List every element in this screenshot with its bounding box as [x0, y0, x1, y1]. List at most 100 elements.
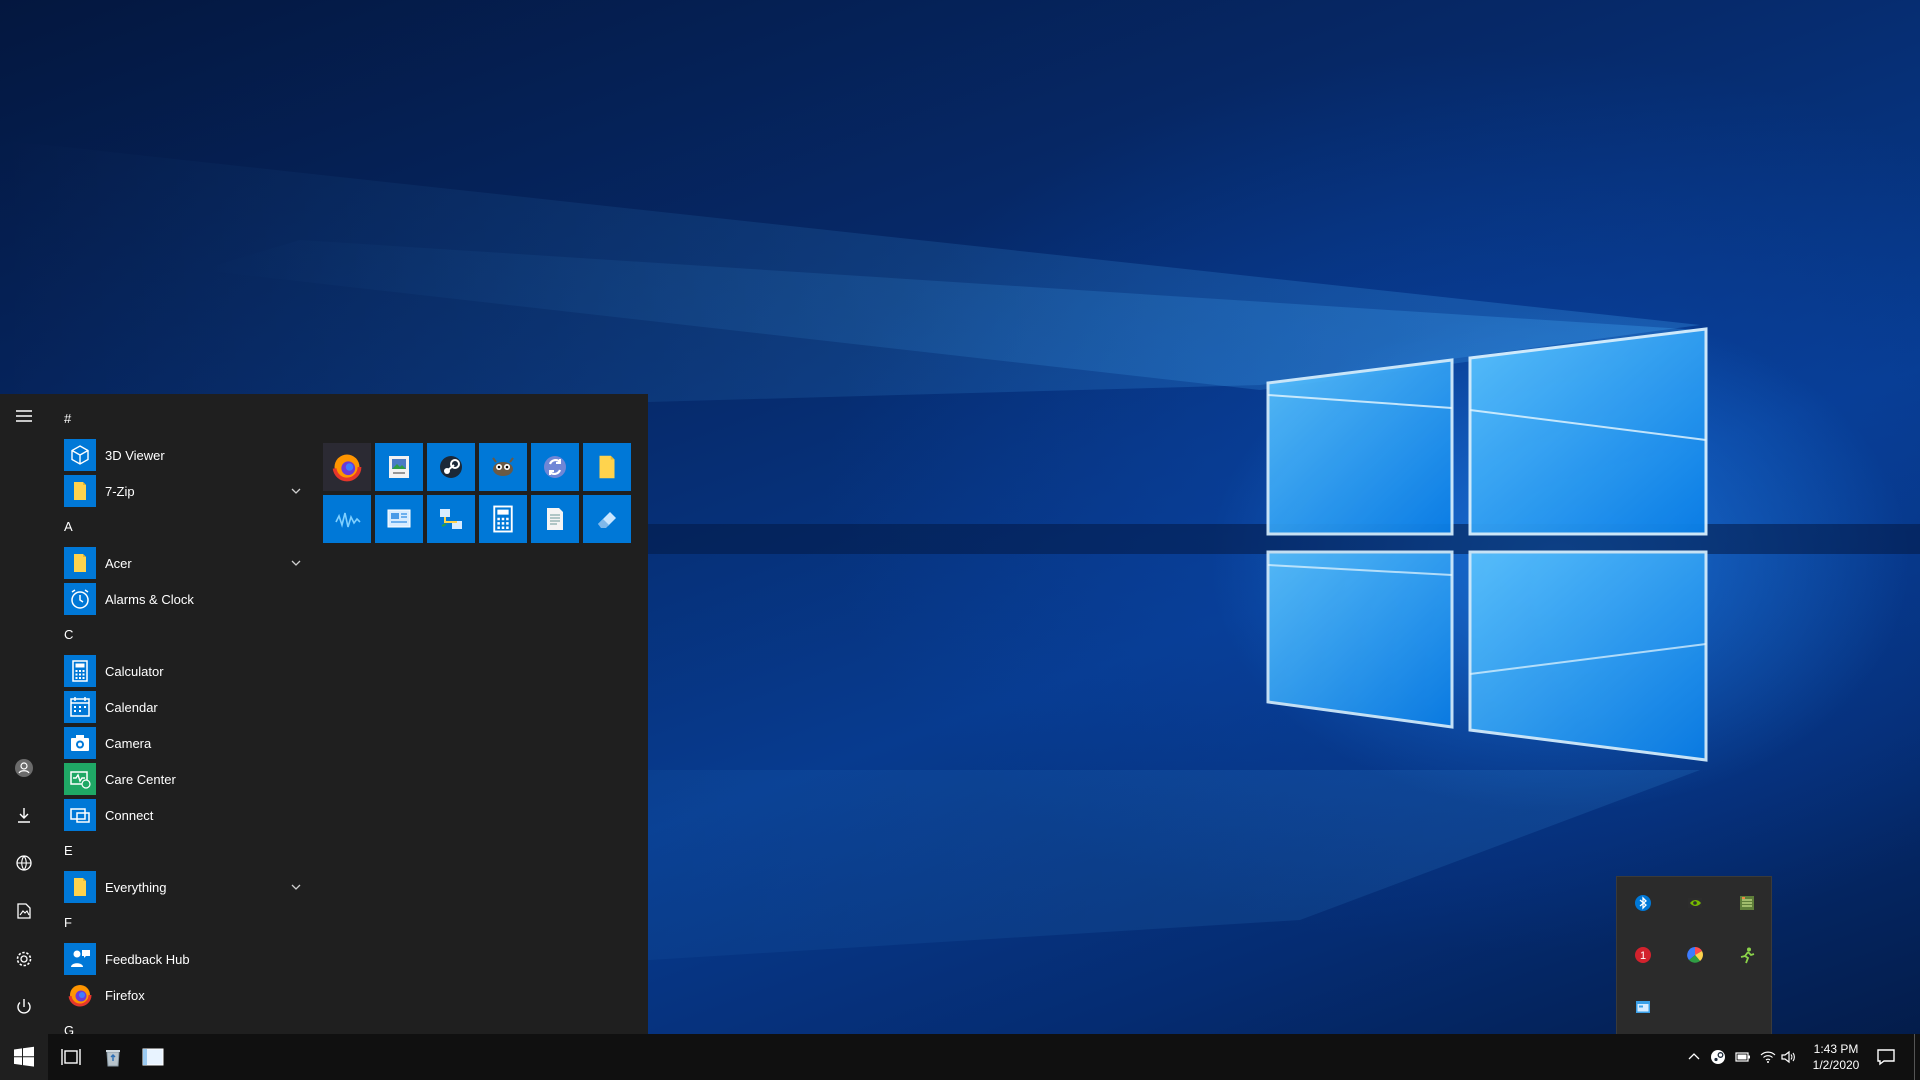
app-list-item[interactable]: Everything: [64, 869, 304, 905]
folder-icon: [64, 871, 96, 903]
power-button[interactable]: [0, 987, 48, 1027]
hamburger-menu-button[interactable]: [0, 396, 48, 436]
windows-logo-icon: [14, 1046, 34, 1067]
start-menu: #3D Viewer 7-Zip A Acer Alarms & Clock C Calcu…: [0, 394, 648, 1034]
app-list-item[interactable]: Calculator: [64, 653, 304, 689]
tile[interactable]: [375, 443, 423, 491]
group-letter-header[interactable]: #: [64, 401, 71, 437]
hardware-monitor-icon[interactable]: [1727, 883, 1767, 923]
tray-overflow-panel: 1: [1616, 876, 1772, 1034]
steam-tray-icon[interactable]: [1708, 1047, 1728, 1067]
calculator-icon: [488, 504, 518, 534]
tile[interactable]: [479, 443, 527, 491]
user-account-icon: [14, 758, 34, 778]
app-label: Firefox: [105, 987, 145, 1003]
pictures-button[interactable]: [0, 891, 48, 931]
tile[interactable]: [583, 443, 631, 491]
tile[interactable]: [427, 443, 475, 491]
eraser-icon: [592, 504, 622, 534]
app-label: Care Center: [105, 771, 176, 787]
app-list-item[interactable]: Feedback Hub: [64, 941, 304, 977]
app-list-item[interactable]: Camera: [64, 725, 304, 761]
app-list-item[interactable]: Connect: [64, 797, 304, 833]
action-center-button[interactable]: [1862, 1034, 1910, 1080]
network-button[interactable]: [0, 843, 48, 883]
image-editor-icon: [384, 452, 414, 482]
app-list-item[interactable]: Acer: [64, 545, 304, 581]
wifi-icon[interactable]: [1758, 1047, 1778, 1067]
folder-icon: [592, 452, 622, 482]
tile[interactable]: [427, 495, 475, 543]
settings-gear-icon: [14, 949, 34, 969]
app-label: Feedback Hub: [105, 951, 190, 967]
nvidia-icon[interactable]: [1675, 883, 1715, 923]
3d-viewer-icon: [64, 439, 96, 471]
show-desktop-button[interactable]: [1914, 1034, 1920, 1080]
alarm-clock-icon: [64, 583, 96, 615]
tile[interactable]: [531, 495, 579, 543]
network-icon: [14, 853, 34, 873]
care-center-icon: [64, 763, 96, 795]
connect-icon: [64, 799, 96, 831]
tile[interactable]: [583, 495, 631, 543]
camera-icon: [64, 727, 96, 759]
app-label: Connect: [105, 807, 154, 823]
network-connections-icon: [436, 504, 466, 534]
green-runner-icon[interactable]: [1727, 935, 1767, 975]
app-label: 7-Zip: [105, 483, 135, 499]
volume-icon[interactable]: [1778, 1047, 1798, 1067]
tile[interactable]: [531, 443, 579, 491]
battery-icon[interactable]: [1733, 1047, 1753, 1067]
color-wheel-icon[interactable]: [1675, 935, 1715, 975]
bluetooth-icon[interactable]: [1623, 883, 1663, 923]
calendar-icon: [64, 691, 96, 723]
tile[interactable]: [323, 495, 371, 543]
notepad-icon: [540, 504, 570, 534]
app-list-item[interactable]: Alarms & Clock: [64, 581, 304, 617]
chevron-down-icon[interactable]: [288, 483, 304, 499]
show-hidden-icons-chevron-icon[interactable]: [1684, 1047, 1704, 1067]
app-label: 3D Viewer: [105, 447, 165, 463]
chevron-down-icon[interactable]: [288, 555, 304, 571]
app-window-icon[interactable]: [1623, 987, 1663, 1027]
group-letter-header[interactable]: G: [64, 1013, 74, 1034]
taskbar: 1:43 PM 1/2/2020: [0, 1034, 1920, 1080]
app-list-item[interactable]: 7-Zip: [64, 473, 304, 509]
app-list-item[interactable]: Care Center: [64, 761, 304, 797]
app-label: Calendar: [105, 699, 158, 715]
audio-waveform-icon: [332, 504, 362, 534]
group-letter-header[interactable]: C: [64, 617, 73, 653]
downloads-button[interactable]: [0, 795, 48, 835]
pictures-icon: [14, 901, 34, 921]
user-account-button[interactable]: [0, 748, 48, 788]
app-list-item[interactable]: 3D Viewer: [64, 437, 304, 473]
feedback-hub-icon: [64, 943, 96, 975]
app-list-item[interactable]: Firefox: [64, 977, 304, 1013]
hamburger-menu-icon: [14, 406, 34, 426]
group-letter-header[interactable]: F: [64, 905, 72, 941]
start-button[interactable]: [0, 1034, 48, 1080]
app-label: Acer: [105, 555, 132, 571]
app-label: Alarms & Clock: [105, 591, 194, 607]
alert-badge-icon[interactable]: 1: [1623, 935, 1663, 975]
app-label: Camera: [105, 735, 152, 751]
task-view-button[interactable]: [48, 1034, 94, 1080]
steam-icon: [436, 452, 466, 482]
app-label: Calculator: [105, 663, 164, 679]
tile[interactable]: [323, 443, 371, 491]
group-letter-header[interactable]: E: [64, 833, 73, 869]
settings-gear-button[interactable]: [0, 939, 48, 979]
tile[interactable]: [375, 495, 423, 543]
app-list[interactable]: #3D Viewer 7-Zip A Acer Alarms & Clock C Calcu…: [48, 394, 312, 1034]
sync-app-icon: [540, 452, 570, 482]
badge-count: 1: [1640, 950, 1646, 962]
start-menu-rail: [0, 394, 48, 1034]
gimp-icon: [488, 452, 518, 482]
app-list-item[interactable]: Calendar: [64, 689, 304, 725]
pinned-tiles: [323, 443, 635, 551]
explorer-window-button[interactable]: [130, 1034, 176, 1080]
chevron-down-icon[interactable]: [288, 879, 304, 895]
group-letter-header[interactable]: A: [64, 509, 73, 545]
tile[interactable]: [479, 495, 527, 543]
folder-icon: [64, 475, 96, 507]
